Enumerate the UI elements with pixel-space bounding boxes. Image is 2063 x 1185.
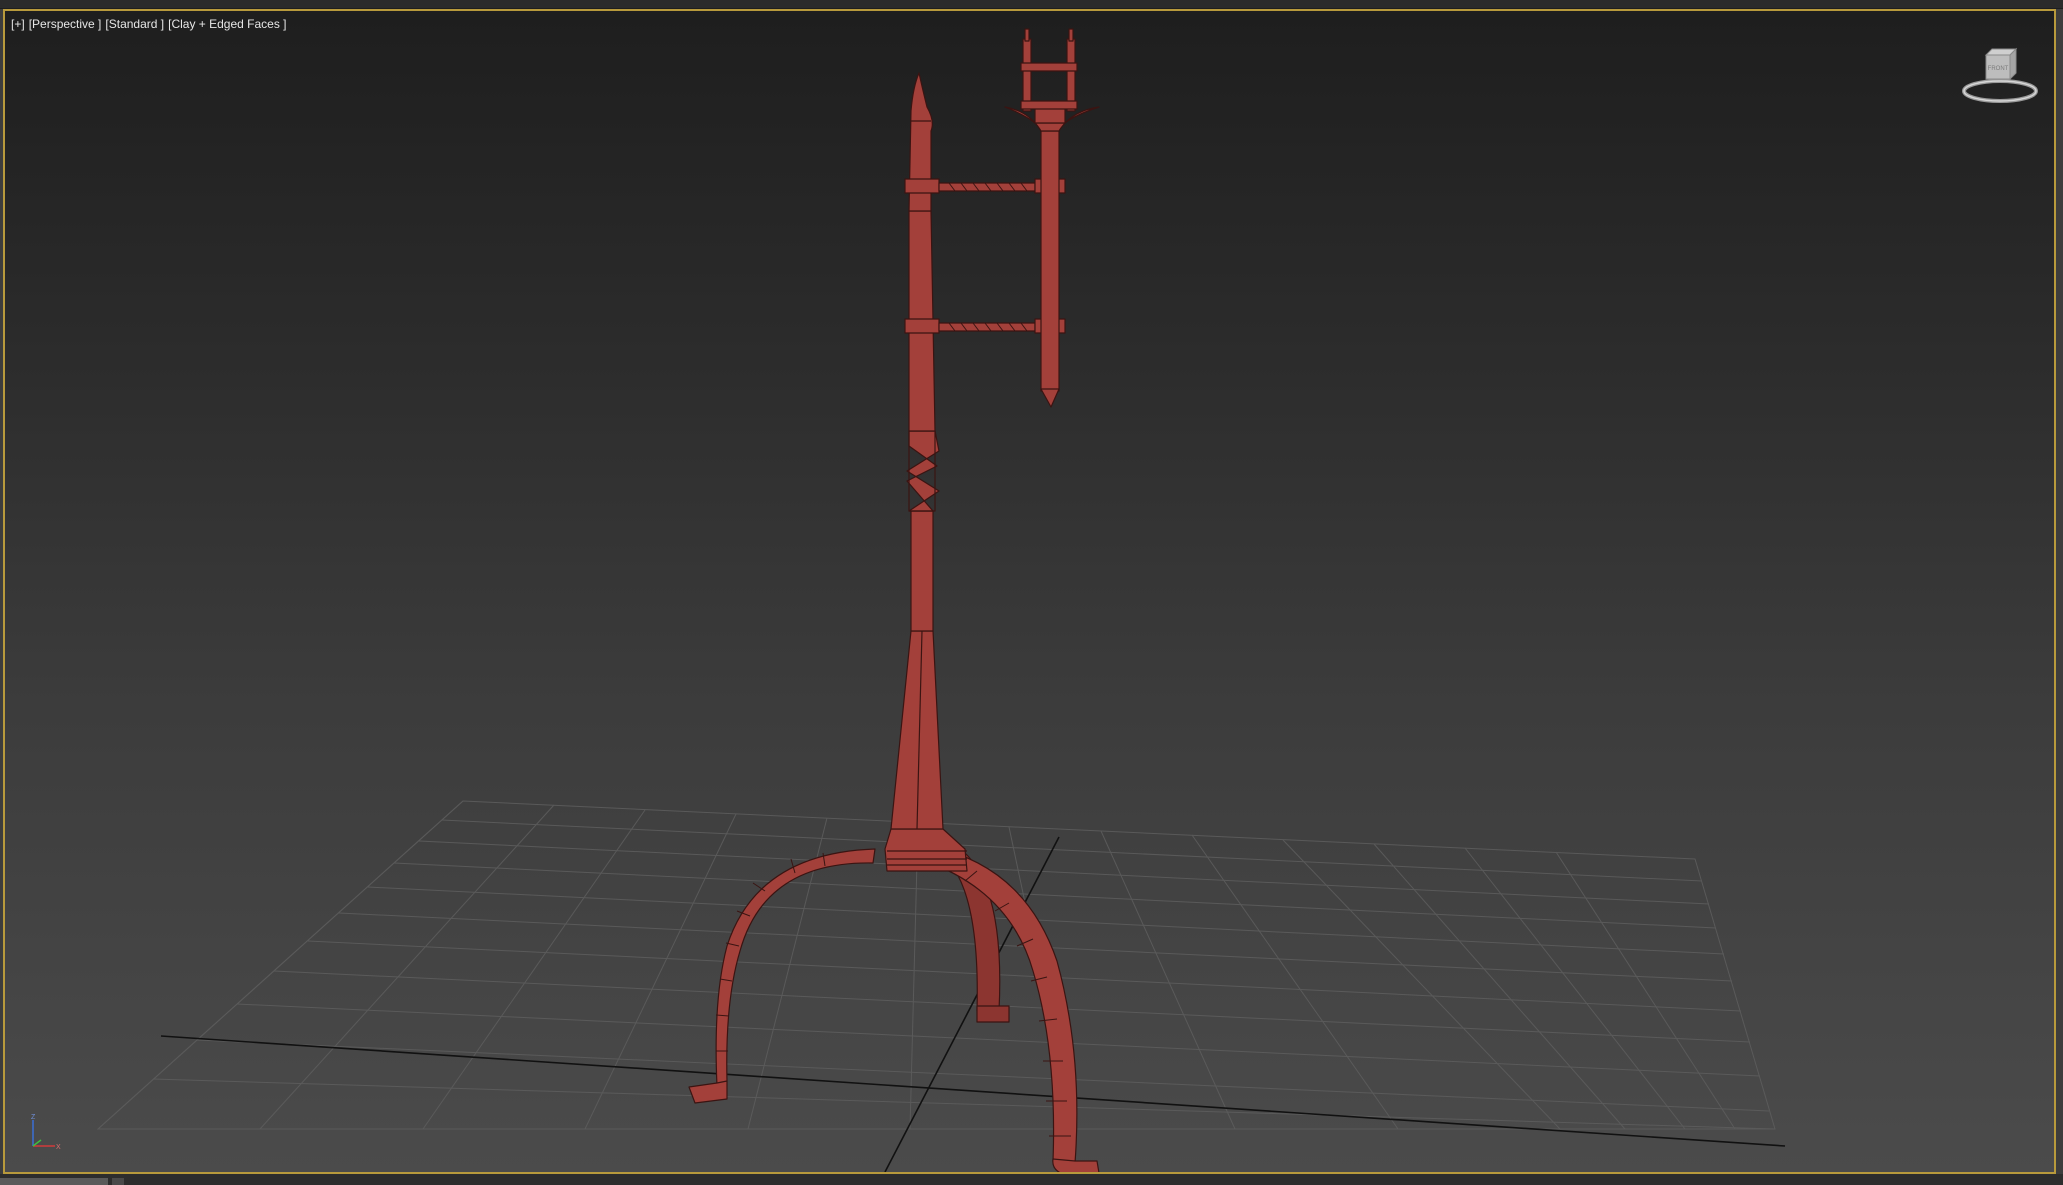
viewcube-face-label: FRONT: [1988, 66, 2009, 72]
time-slider-handle[interactable]: [0, 1178, 108, 1185]
3d-application-window: [+] [Perspective ] [Standard ] [Clay + Edge…: [0, 0, 2063, 1185]
axis-x-label: X: [56, 1144, 61, 1151]
perspective-viewport[interactable]: [+] [Perspective ] [Standard ] [Clay + Edge…: [3, 9, 2056, 1174]
status-strip: [0, 1174, 2063, 1185]
axis-tripod-icon: Z X: [31, 1114, 61, 1151]
viewport-scene[interactable]: [5, 11, 2054, 1172]
axis-z-label: Z: [31, 1114, 36, 1121]
time-slider-arrow[interactable]: [112, 1178, 124, 1185]
viewport-shading-style-label[interactable]: [Standard ]: [105, 17, 164, 31]
viewport-view-label[interactable]: [Perspective ]: [29, 17, 102, 31]
viewport-menu-plus[interactable]: [+]: [11, 17, 25, 31]
viewport-shading-mode-label[interactable]: [Clay + Edged Faces ]: [168, 17, 286, 31]
viewcube-icon[interactable]: FRONT: [1960, 41, 2040, 111]
viewport-label[interactable]: [+] [Perspective ] [Standard ] [Clay + Edge…: [11, 17, 291, 31]
menu-strip: [0, 0, 2063, 9]
